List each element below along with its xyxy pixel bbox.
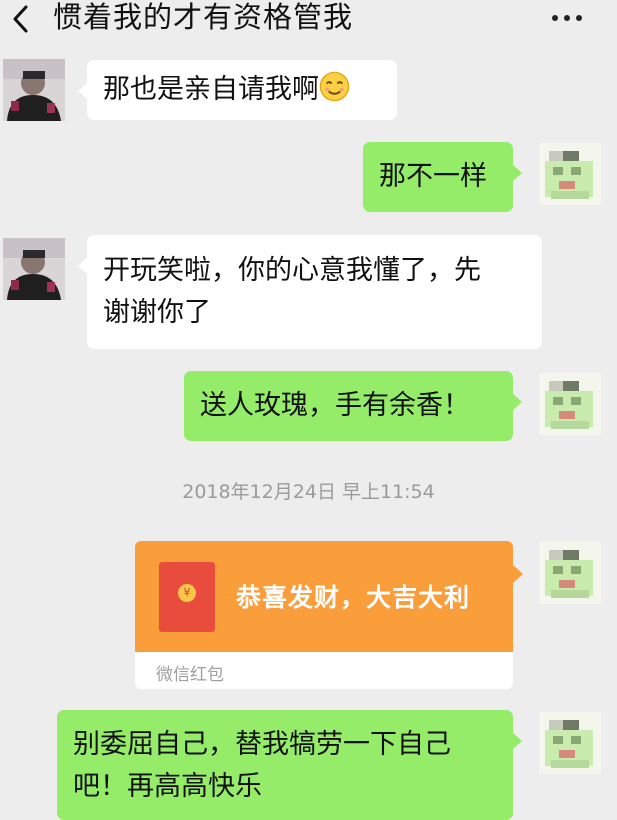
more-options-icon[interactable] bbox=[549, 12, 585, 24]
bubble-tail bbox=[512, 164, 522, 182]
chat-header: 惯着我的才有资格管我 bbox=[0, 0, 617, 40]
my-avatar[interactable] bbox=[539, 712, 601, 774]
message-bubble-received[interactable]: 那也是亲自请我啊 bbox=[78, 60, 397, 120]
message-text: 送人玫瑰，手有余香！ bbox=[200, 390, 470, 421]
message-timestamp: 2018年12月24日 早上11:54 bbox=[182, 481, 435, 503]
back-arrow-icon[interactable] bbox=[10, 3, 32, 35]
message-text-line: 谢谢你了 bbox=[103, 297, 211, 328]
coin-icon: ¥ bbox=[178, 584, 196, 602]
bubble-tail bbox=[78, 257, 88, 275]
my-avatar[interactable] bbox=[539, 542, 601, 604]
message-text-line: 吧！再高高快乐 bbox=[73, 771, 262, 802]
message-bubble-sent[interactable]: 那不一样 bbox=[363, 142, 522, 212]
my-avatar[interactable] bbox=[539, 373, 601, 435]
red-packet-message[interactable]: ¥ 恭喜发财，大吉大利 微信红包 bbox=[135, 541, 513, 689]
red-packet-label: 微信红包 bbox=[156, 665, 224, 685]
bubble-tail bbox=[512, 732, 522, 750]
bubble-tail bbox=[78, 82, 88, 100]
red-envelope-icon: ¥ bbox=[159, 562, 215, 632]
message-bubble-sent[interactable]: 别委屈自己，替我犒劳一下自己 吧！再高高快乐 bbox=[57, 710, 522, 820]
red-packet-footer: 微信红包 bbox=[135, 652, 513, 689]
message-text: 那不一样 bbox=[379, 161, 487, 192]
message-text: 那也是亲自请我啊 bbox=[103, 74, 319, 105]
bubble-tail bbox=[512, 393, 522, 411]
contact-avatar[interactable] bbox=[3, 59, 65, 121]
smiling-face-icon bbox=[319, 71, 350, 102]
message-text-line: 开玩笑啦，你的心意我懂了，先 bbox=[103, 255, 481, 286]
message-bubble-received[interactable]: 开玩笑啦，你的心意我懂了，先 谢谢你了 bbox=[78, 235, 542, 349]
contact-avatar[interactable] bbox=[3, 238, 65, 300]
bubble-tail bbox=[513, 565, 523, 583]
red-packet-body: ¥ 恭喜发财，大吉大利 bbox=[135, 541, 513, 652]
message-bubble-sent[interactable]: 送人玫瑰，手有余香！ bbox=[184, 371, 522, 441]
message-text-line: 别委屈自己，替我犒劳一下自己 bbox=[73, 729, 451, 760]
chat-title: 惯着我的才有资格管我 bbox=[53, 0, 354, 34]
my-avatar[interactable] bbox=[539, 143, 601, 205]
red-packet-greeting: 恭喜发财，大吉大利 bbox=[236, 583, 471, 612]
